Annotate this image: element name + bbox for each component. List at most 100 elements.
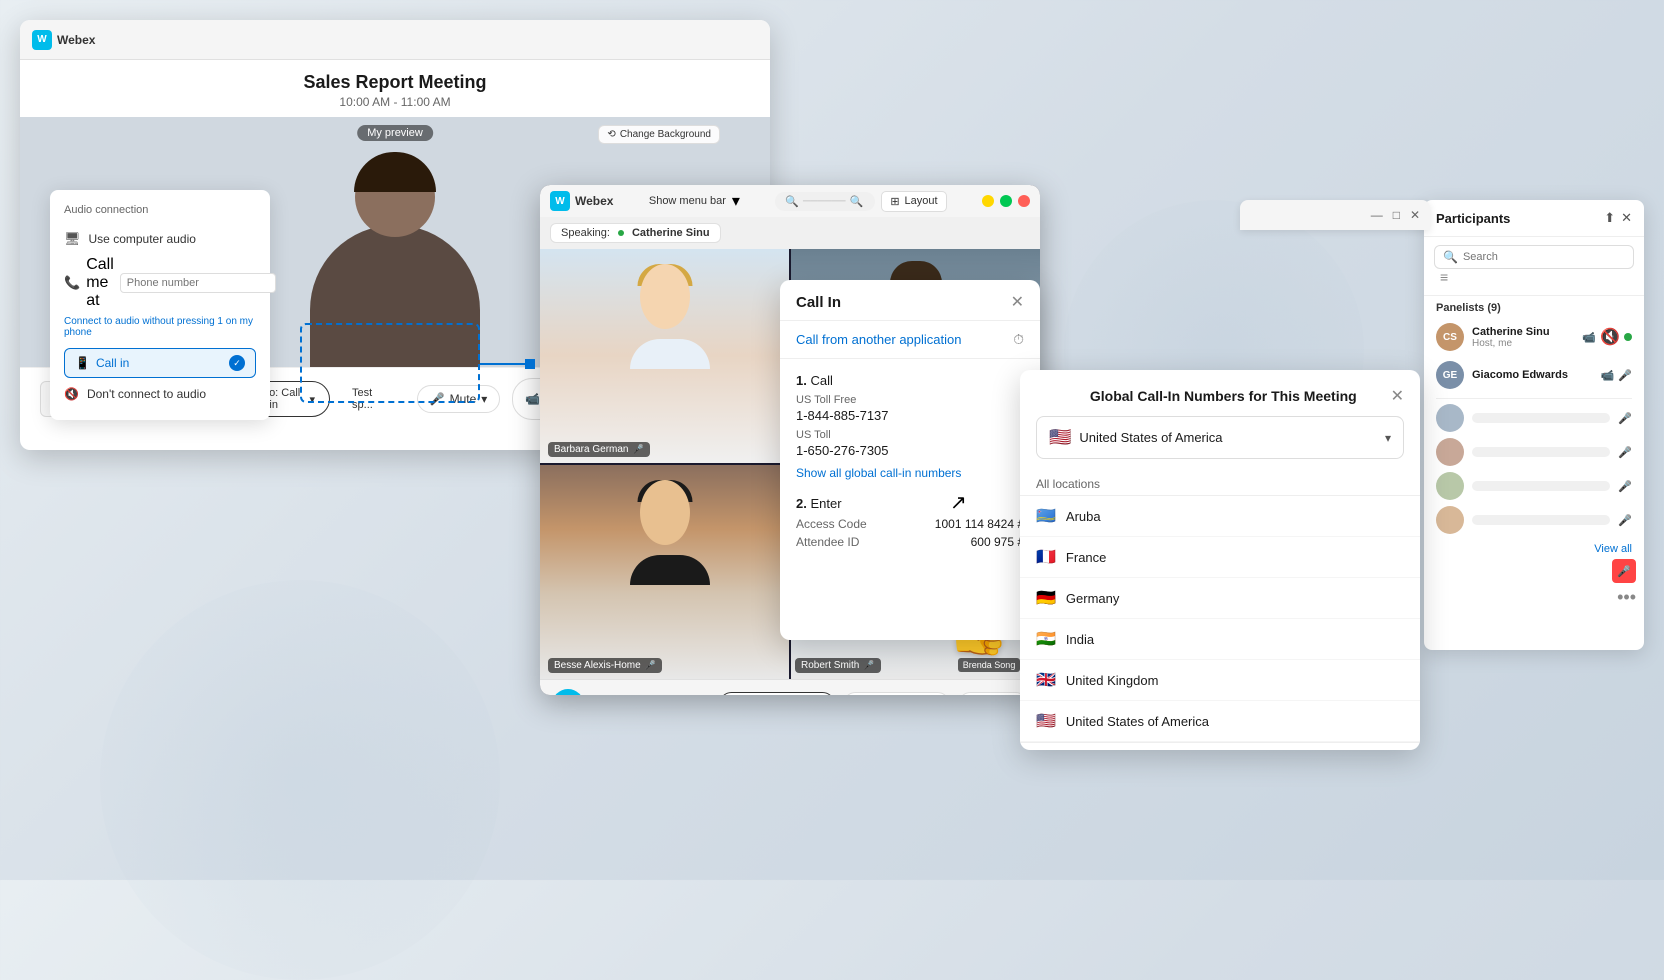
call-from-app-row[interactable]: Call from another application ⏱ bbox=[780, 321, 1040, 359]
germany-name: Germany bbox=[1066, 591, 1119, 606]
access-code-row: Access Code 1001 114 8424 # bbox=[796, 517, 1024, 531]
location-item-india[interactable]: 🇮🇳 India bbox=[1020, 619, 1420, 660]
stop-video-meeting-button[interactable]: 📹 Stop video ▾ bbox=[843, 692, 950, 695]
audio-panel: Audio connection 🖥 Use computer audio 📞 … bbox=[50, 190, 270, 420]
layout-icon: ⊞ bbox=[890, 195, 899, 208]
more-options-icon[interactable]: ••• bbox=[1617, 587, 1636, 608]
cursor: ↗ bbox=[950, 490, 967, 515]
muted-icon-4: 🎤 bbox=[1618, 446, 1632, 459]
close-btn-main[interactable]: ✕ bbox=[1410, 208, 1420, 222]
dont-connect-icon: 🔇 bbox=[64, 387, 79, 401]
callin-step1: 1. Call US Toll Free 1-844-885-7137 US T… bbox=[796, 373, 1024, 482]
search-icon-participants: 🔍 bbox=[1443, 250, 1458, 264]
uk-flag: 🇬🇧 bbox=[1036, 670, 1056, 690]
participant-item-catherine: CS Catherine Sinu Host, me 📹 🔇 bbox=[1424, 318, 1644, 356]
location-item-germany[interactable]: 🇩🇪 Germany bbox=[1020, 578, 1420, 619]
mute-all-icon[interactable]: 🎤 bbox=[1612, 559, 1636, 583]
person-head bbox=[355, 157, 435, 237]
catherine-avatar: CS bbox=[1436, 323, 1464, 351]
person-preview bbox=[285, 137, 505, 367]
call-me-option[interactable]: 📞 Call me at bbox=[64, 252, 256, 314]
speaking-badge: Speaking: Catherine Sinu bbox=[550, 223, 721, 243]
export-icon[interactable]: ⬆ bbox=[1604, 210, 1615, 226]
global-callin-window: Global Call-In Numbers for This Meeting … bbox=[1020, 370, 1420, 750]
computer-audio-label: Use computer audio bbox=[89, 232, 196, 246]
participants-header: Participants ⬆ ✕ bbox=[1424, 200, 1644, 237]
chevron-icon: ▾ bbox=[310, 393, 316, 406]
catherine-role: Host, me bbox=[1472, 338, 1574, 349]
media-icon: ⊞ bbox=[639, 694, 654, 695]
global-close-button[interactable]: ✕ bbox=[1391, 386, 1404, 406]
use-computer-audio-option[interactable]: 🖥 Use computer audio bbox=[64, 226, 256, 252]
name-placeholder-4 bbox=[1472, 447, 1610, 457]
close-button[interactable] bbox=[1018, 195, 1030, 207]
callin-step2: 2. Enter Access Code 1001 114 8424 # Att… bbox=[796, 496, 1024, 549]
barbara-face bbox=[630, 264, 700, 369]
call-in-window: Call In ✕ Call from another application … bbox=[780, 280, 1040, 640]
dont-connect-label: Don't connect to audio bbox=[87, 387, 206, 401]
minimize-btn-main[interactable]: — bbox=[1371, 208, 1383, 222]
robert-nametag: Robert Smith 🎤 bbox=[795, 658, 881, 673]
bg-icon: ⟲ bbox=[607, 129, 615, 140]
speaking-label: Speaking: bbox=[561, 227, 610, 239]
india-name: India bbox=[1066, 632, 1094, 647]
step2-label: 2. Enter bbox=[796, 496, 1024, 511]
minimize-button[interactable] bbox=[982, 195, 994, 207]
connect-hint: Connect to audio without pressing 1 on m… bbox=[64, 314, 256, 344]
name-placeholder-3 bbox=[1472, 413, 1610, 423]
country-dropdown[interactable]: 🇺🇸 United States of America ▾ bbox=[1036, 416, 1404, 459]
participants-close-icon[interactable]: ✕ bbox=[1621, 210, 1632, 226]
france-flag: 🇫🇷 bbox=[1036, 547, 1056, 567]
phone-number-input[interactable] bbox=[120, 273, 276, 293]
mute-chevron: ▾ bbox=[481, 392, 487, 406]
side-action-icons: 🎤 ••• bbox=[1424, 559, 1644, 608]
mute-button[interactable]: 🎤 Mute ▾ bbox=[417, 385, 501, 413]
avatar-6 bbox=[1436, 506, 1464, 534]
call-from-icon: ⏱ bbox=[1013, 331, 1024, 348]
layout-label: Layout bbox=[905, 195, 938, 207]
selected-country-name: United States of America bbox=[1079, 430, 1222, 445]
dont-connect-option[interactable]: 🔇 Don't connect to audio bbox=[64, 382, 256, 406]
list-view-icon[interactable]: ≡ bbox=[1440, 269, 1448, 285]
meeting-title: Sales Report Meeting bbox=[20, 72, 770, 93]
show-all-link[interactable]: Show all global call-in numbers bbox=[796, 466, 961, 480]
callin-close-button[interactable]: ✕ bbox=[1011, 292, 1024, 312]
change-background-button[interactable]: ⟲ Change Background bbox=[598, 125, 720, 144]
computer-audio-icon: 🖥 bbox=[64, 231, 81, 247]
catherine-muted-icon: 🔇 bbox=[1600, 327, 1620, 347]
view-all-link[interactable]: View all bbox=[1424, 539, 1644, 559]
maximize-btn-main[interactable]: □ bbox=[1393, 208, 1400, 222]
speaking-person-name: Catherine Sinu bbox=[632, 227, 710, 239]
usa-flag: 🇺🇸 bbox=[1036, 711, 1056, 731]
robert-name: Robert Smith bbox=[801, 660, 859, 671]
call-in-option-selected[interactable]: 📱 Call in ✓ bbox=[64, 348, 256, 378]
meeting-search[interactable]: 🔍 ────── 🔍 bbox=[775, 192, 875, 211]
location-item-aruba[interactable]: 🇦🇼 Aruba bbox=[1020, 496, 1420, 537]
show-menu-chevron: ▾ bbox=[732, 191, 740, 211]
robert-mic-icon: 🎤 bbox=[863, 660, 874, 671]
location-item-usa[interactable]: 🇺🇸 United States of America bbox=[1020, 701, 1420, 742]
participants-search-box[interactable]: 🔍 bbox=[1434, 245, 1634, 269]
maximize-button[interactable] bbox=[1000, 195, 1012, 207]
share-button[interactable]: ⬆ Share bbox=[958, 692, 1028, 695]
global-title: Global Call-In Numbers for This Meeting bbox=[1056, 388, 1391, 404]
layout-button[interactable]: ⊞ Layout bbox=[881, 191, 946, 212]
location-item-uk[interactable]: 🇬🇧 United Kingdom bbox=[1020, 660, 1420, 701]
giacomo-video-icon: 📹 bbox=[1601, 369, 1615, 382]
besse-name: Besse Alexis-Home bbox=[554, 660, 641, 671]
location-item-france[interactable]: 🇫🇷 France bbox=[1020, 537, 1420, 578]
video-icon: 📹 bbox=[525, 392, 540, 406]
participants-title: Participants bbox=[1436, 211, 1510, 226]
participants-search-input[interactable] bbox=[1463, 251, 1625, 263]
usa-name: United States of America bbox=[1066, 714, 1209, 729]
show-menu-bar[interactable]: Show menu bar ▾ bbox=[649, 191, 740, 211]
giacomo-info: Giacomo Edwards bbox=[1472, 369, 1593, 381]
france-name: France bbox=[1066, 550, 1106, 565]
test-speaker-button[interactable]: Test sp... bbox=[342, 382, 405, 416]
search-row: 🔍 ≡ bbox=[1424, 237, 1644, 296]
name-placeholder-6 bbox=[1472, 515, 1610, 525]
call-from-link[interactable]: Call from another application bbox=[796, 332, 961, 347]
participant-item-giacomo: GE Giacomo Edwards 📹 🎤 bbox=[1424, 356, 1644, 394]
connect-audio-button[interactable]: 🎙 Connect audio bbox=[719, 692, 835, 695]
us-toll-free-label: US Toll Free bbox=[796, 394, 1024, 406]
